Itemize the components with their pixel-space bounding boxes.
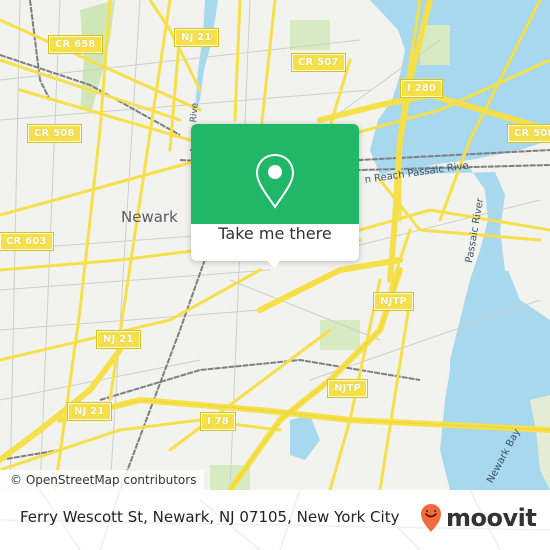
destination-address: Ferry Wescott St, Newark, NJ 07105, New … xyxy=(20,508,400,526)
road-shield-njtp: NJTP xyxy=(372,292,415,311)
take-me-there-button[interactable]: Take me there xyxy=(191,224,359,261)
map-attribution[interactable]: © OpenStreetMap contributors xyxy=(0,470,205,490)
road-shield-nj21: NJ 21 xyxy=(174,28,219,47)
road-shield-nj21: NJ 21 xyxy=(67,402,112,421)
road-shield-cr508: CR 508 xyxy=(507,124,550,143)
water-small-river xyxy=(195,0,218,110)
moovit-wordmark: moovit xyxy=(446,504,537,532)
moovit-logo[interactable]: moovit xyxy=(420,503,537,533)
water-port xyxy=(290,415,320,460)
road-shield-i78: I 78 xyxy=(200,412,236,431)
map-canvas[interactable]: Newark n Reach Passaic Rive Passaic Rive… xyxy=(0,0,550,490)
footer: Ferry Wescott St, Newark, NJ 07105, New … xyxy=(0,490,550,550)
popup-header xyxy=(191,124,359,224)
place-label-newark: Newark xyxy=(121,208,178,226)
road-shield-cr507: CR 507 xyxy=(291,53,346,72)
popup-pointer xyxy=(267,260,281,268)
moovit-pin-icon xyxy=(421,504,441,532)
road-shield-i280: I 280 xyxy=(399,79,444,98)
location-pin-icon xyxy=(255,153,295,209)
road-shield-njtp: NJTP xyxy=(326,379,369,398)
location-popup: Take me there xyxy=(191,124,359,268)
road-shield-cr658: CR 658 xyxy=(48,35,103,54)
water-label-river-small: Rive xyxy=(189,102,201,123)
road-shield-nj21: NJ 21 xyxy=(96,330,141,349)
road-shield-cr508: CR 508 xyxy=(27,124,82,143)
road-shield-cr603: CR 603 xyxy=(0,232,54,251)
